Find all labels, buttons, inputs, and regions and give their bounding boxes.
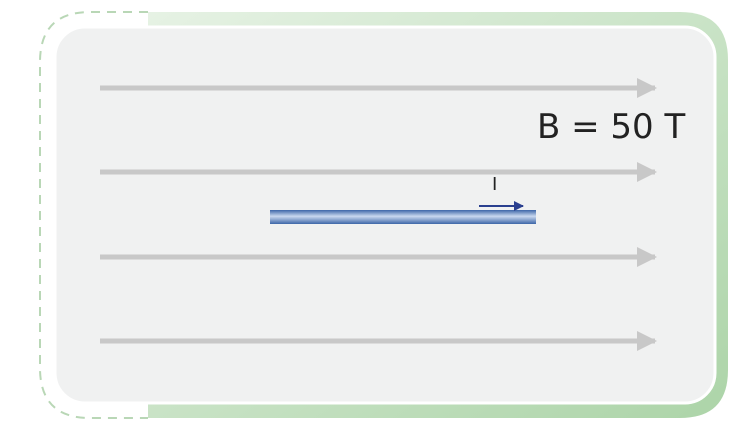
field-strength-label: B = 50 T — [537, 107, 686, 147]
wire — [270, 210, 536, 224]
current-label: I — [492, 174, 498, 195]
magnetic-field-diagram — [39, 11, 728, 419]
diagram-canvas: B = 50 T I — [0, 0, 755, 440]
